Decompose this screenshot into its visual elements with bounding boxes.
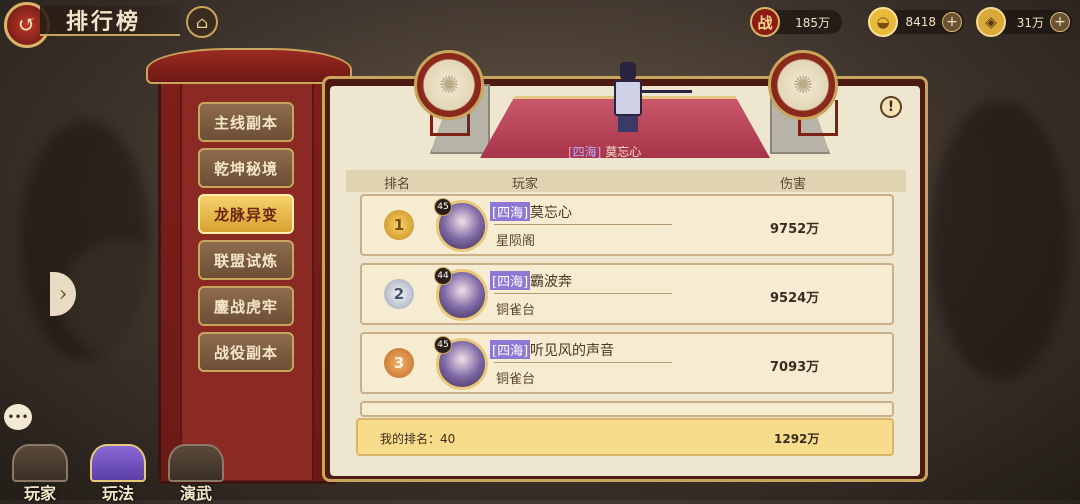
column-player: 玩家 (512, 177, 539, 192)
nav-martial-icon (168, 444, 224, 482)
coin-display: ◈ 31万 + (976, 7, 1072, 37)
table-row[interactable]: 1 45 [四海] 莫忘心 星陨阁 9752万 (360, 194, 894, 256)
nav-label: 玩法 (101, 484, 134, 503)
exclamation-icon: ! (887, 99, 895, 115)
category-label: 乾坤秘境 (213, 159, 278, 178)
figure-body (614, 80, 642, 116)
player-guild: 铜雀台 (496, 303, 536, 318)
player-name: 莫忘心 (530, 205, 572, 221)
table-row[interactable]: 3 45 [四海] 听见风的声音 铜雀台 7093万 (360, 332, 894, 394)
add-coin-button[interactable]: + (1050, 12, 1070, 32)
figure-sword (642, 90, 692, 93)
gold-value: 8418 (905, 15, 936, 29)
table-header: 排名 玩家 伤害 (346, 170, 906, 192)
category-label: 主线副本 (213, 113, 278, 132)
nav-gameplay[interactable]: 玩法 (86, 440, 150, 503)
figure-head (620, 62, 636, 80)
nav-label: 演武 (179, 484, 212, 503)
chat-icon: ••• (7, 410, 29, 424)
category-dragon-vein[interactable]: 龙脉异变 (198, 194, 294, 234)
row-divider (494, 224, 672, 225)
gold-display: ◒ 8418 + (868, 7, 964, 37)
player-damage: 9752万 (770, 222, 820, 237)
top-bar: ↺ 排行榜 ⌂ 战 185万 ◒ 8418 + ◈ 31万 + (0, 0, 1080, 48)
home-icon: ⌂ (195, 12, 209, 32)
gold-ingot-icon: ◒ (868, 7, 898, 37)
category-main-dungeon[interactable]: 主线副本 (198, 102, 294, 142)
nav-martial[interactable]: 演武 (164, 440, 228, 503)
figure-legs (618, 116, 638, 132)
add-gold-button[interactable]: + (942, 12, 962, 32)
category-panel-roof (146, 48, 352, 84)
my-rank-bar: 我的排名：40 1292万 (356, 418, 894, 456)
my-rank-label: 我的排名：40 (380, 432, 456, 446)
drum-icon: ✺ (768, 50, 838, 120)
player-level: 45 (434, 336, 452, 354)
player-server: [四海] (490, 202, 531, 221)
rank-badge-gold: 1 (384, 210, 414, 240)
nav-player-icon (12, 444, 68, 482)
player-damage: 9524万 (770, 291, 820, 306)
player-server: [四海] (490, 271, 531, 290)
player-name: 霸波奔 (530, 274, 572, 290)
champion-name: 莫忘心 (605, 145, 642, 159)
player-name: 听见风的声音 (530, 343, 614, 359)
champion-figure (606, 60, 692, 132)
rank-badge-silver: 2 (384, 279, 414, 309)
row-divider (494, 293, 672, 294)
category-panel-inner (180, 84, 314, 480)
row-divider (494, 362, 672, 363)
power-display: 战 185万 (750, 7, 842, 37)
category-campaign-dungeon[interactable]: 战役副本 (198, 332, 294, 372)
drum-icon: ✺ (414, 50, 484, 120)
power-value: 185万 (795, 15, 830, 30)
background-shadow-right (930, 100, 1070, 380)
category-label: 战役副本 (213, 343, 278, 362)
player-guild: 铜雀台 (496, 372, 536, 387)
player-damage: 7093万 (770, 360, 820, 375)
page-title: 排行榜 (66, 9, 142, 35)
player-level: 45 (434, 198, 452, 216)
category-alliance-trial[interactable]: 联盟试炼 (198, 240, 294, 280)
category-label: 联盟试炼 (213, 251, 278, 270)
nav-gameplay-icon (90, 444, 146, 482)
chevron-right-icon: › (58, 281, 68, 307)
table-row[interactable]: 2 44 [四海] 霸波奔 铜雀台 9524万 (360, 263, 894, 325)
category-hulao-battle[interactable]: 鏖战虎牢 (198, 286, 294, 326)
column-damage: 伤害 (780, 177, 807, 192)
chat-button[interactable]: ••• (4, 404, 32, 430)
copper-coin-icon: ◈ (976, 7, 1006, 37)
nav-label: 玩家 (23, 484, 56, 503)
my-rank-damage: 1292万 (774, 432, 820, 446)
category-label: 鏖战虎牢 (213, 297, 278, 316)
coin-value: 31万 (1016, 15, 1044, 30)
rank-badge-bronze: 3 (384, 348, 414, 378)
nav-player[interactable]: 玩家 (8, 440, 72, 503)
champion-server: [四海] (568, 145, 602, 159)
category-qiankun-realm[interactable]: 乾坤秘境 (198, 148, 294, 188)
power-icon: 战 (750, 7, 780, 37)
player-server: [四海] (490, 340, 531, 359)
champion-name-label: [四海] 莫忘心 (568, 143, 641, 160)
column-rank: 排名 (384, 177, 411, 192)
table-row[interactable] (360, 401, 894, 417)
player-guild: 星陨阁 (496, 234, 536, 249)
category-label: 龙脉异变 (213, 205, 278, 224)
info-button[interactable]: ! (880, 96, 902, 118)
back-icon: ↺ (17, 12, 37, 38)
home-button[interactable]: ⌂ (186, 6, 218, 38)
player-level: 44 (434, 267, 452, 285)
